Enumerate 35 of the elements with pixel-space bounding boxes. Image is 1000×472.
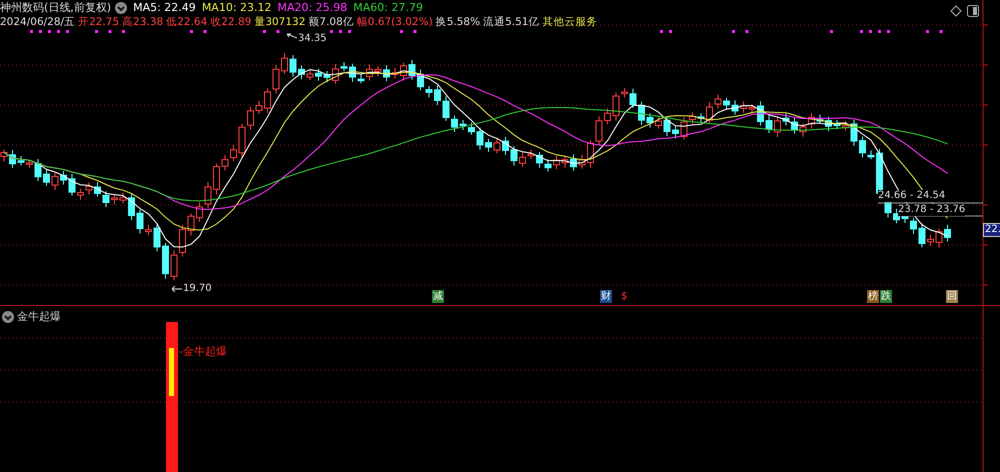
event-marker[interactable]: 减: [432, 290, 444, 303]
moving-average-label: MA60: 27.79: [353, 0, 423, 15]
quote-value: 换5.58%: [436, 15, 480, 30]
quote-value: 流通5.51亿: [483, 15, 540, 30]
chevron-down-icon[interactable]: [115, 2, 128, 14]
quote-value: 幅0.67(3.02%): [356, 15, 433, 30]
event-marker[interactable]: 跌: [880, 290, 892, 303]
quote-value: 其他云服务: [542, 15, 598, 30]
chevron-down-icon[interactable]: [2, 310, 14, 322]
event-marker[interactable]: 财: [600, 290, 612, 303]
quote-value: 开22.75: [78, 15, 120, 30]
diamond-icon[interactable]: [950, 5, 962, 17]
quote-value: 收22.89: [210, 15, 252, 30]
price-range-label: 23.78 - 23.76: [898, 204, 966, 216]
high-price-label: 34.35: [298, 33, 327, 45]
indicator-title: 金牛起爆: [17, 309, 61, 324]
moving-average-label: MA20: 25.98: [278, 0, 348, 15]
quote-value: 额7.08亿: [308, 15, 354, 30]
quote-value: 高23.38: [122, 15, 164, 30]
pointer-arrow: [287, 33, 297, 39]
event-marker[interactable]: 榜: [867, 290, 879, 303]
panel-toggle-icon[interactable]: [967, 5, 979, 17]
signal-label: -金牛起爆: [179, 344, 227, 359]
quote-value: 2024/06/28/五: [0, 15, 76, 30]
pointer-arrow: [172, 286, 182, 292]
quote-value: 量307132: [254, 15, 306, 30]
stock-title: 神州数码(日线,前复权): [0, 0, 112, 15]
moving-average-label: MA10: 23.12: [202, 0, 272, 15]
quote-value: 低22.64: [166, 15, 208, 30]
event-marker[interactable]: $: [620, 290, 628, 303]
current-price-tag: 22.: [983, 223, 1000, 237]
price-range-label: 24.66 - 24.54: [878, 190, 946, 202]
event-marker[interactable]: 回: [946, 290, 958, 303]
moving-average-label: MA5: 22.49: [133, 0, 196, 15]
low-price-label: 19.70: [183, 283, 212, 295]
